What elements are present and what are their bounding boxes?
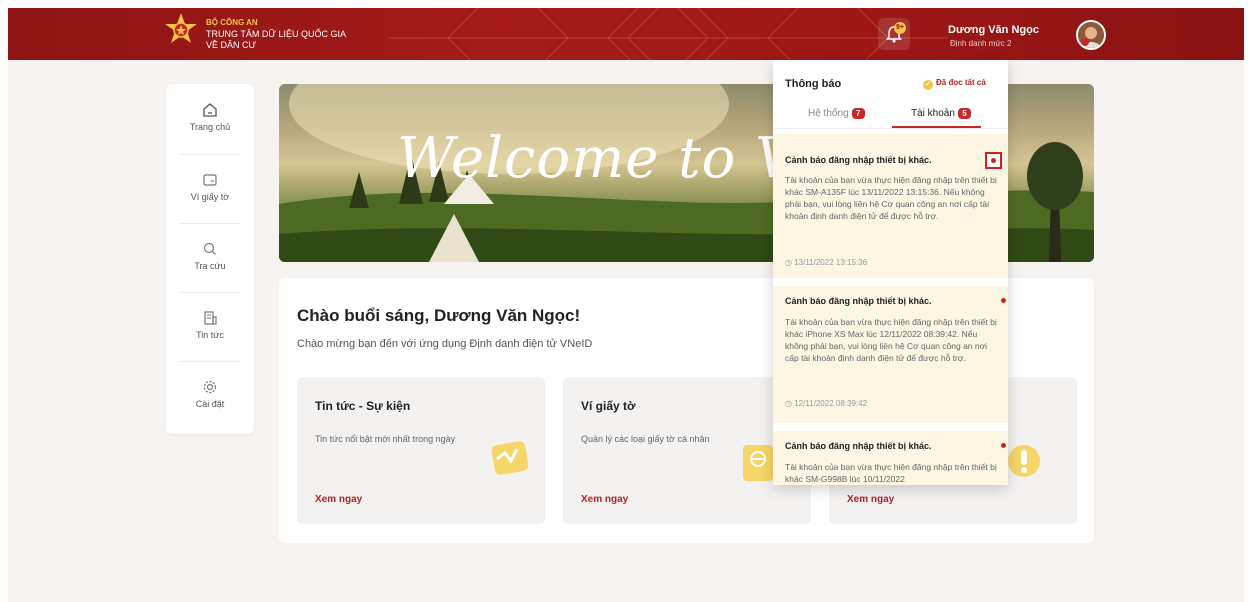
unread-dot [1001, 298, 1006, 303]
news-illustration-icon [491, 441, 529, 475]
notification-panel: Thông báo ✓ Đã đọc tất cả Hệ thống 7 Tài k… [773, 60, 1008, 485]
mark-all-read-button[interactable]: ✓ Đã đọc tất cả [923, 78, 986, 90]
notification-time-text: 13/11/2022 13:15:36 [794, 258, 868, 267]
notification-time: ◷ 12/11/2022 08:39:42 [785, 399, 868, 408]
tile-view-link[interactable]: Xem ngay [315, 494, 362, 505]
sidebar-item-news[interactable]: Tin tức [166, 292, 254, 360]
sidebar-item-home[interactable]: Trang chủ [166, 84, 254, 152]
sidebar-item-label: Tin tức [196, 330, 224, 340]
notification-item[interactable]: Cảnh báo đăng nhập thiết bị khác. Tài kh… [773, 423, 1008, 485]
unread-indicator-highlighted[interactable] [985, 152, 1002, 169]
user-level: Định danh mức 2 [950, 39, 1012, 48]
tile-description: Tin tức nổi bật mới nhất trong ngày [315, 434, 456, 444]
notification-item[interactable]: Cảnh báo đăng nhập thiết bị khác. Tài kh… [773, 134, 1008, 278]
brand-line-2: TRUNG TÂM DỮ LIỆU QUỐC GIA [206, 29, 347, 39]
header-decoration [388, 8, 948, 60]
police-emblem-logo[interactable] [164, 12, 198, 50]
notification-title: Cảnh báo đăng nhập thiết bị khác. [785, 441, 932, 451]
home-icon [203, 103, 217, 117]
window-frame-right [1244, 0, 1252, 602]
tile-news-events[interactable]: Tin tức - Sự kiện Tin tức nổi bật mới nh… [297, 377, 545, 524]
notification-title: Cảnh báo đăng nhập thiết bị khác. [785, 155, 932, 165]
tile-description: Quản lý các loại giấy tờ cá nhân [581, 434, 710, 444]
top-header: BỘ CÔNG AN TRUNG TÂM DỮ LIỆU QUỐC GIA VỀ… [8, 8, 1244, 60]
tab-count-badge: 7 [851, 108, 865, 119]
greeting-heading: Chào buổi sáng, Dương Văn Ngọc! [297, 306, 581, 325]
sidebar-item-wallet[interactable]: Ví giấy tờ [166, 154, 254, 222]
sidebar-item-label: Tra cứu [194, 261, 226, 271]
notification-time: ◷ 13/11/2022 13:15:36 [785, 258, 868, 267]
sidebar-item-settings[interactable]: Cài đặt [166, 361, 254, 429]
tab-account[interactable]: Tài khoản 5 [911, 108, 971, 119]
brand-text: BỘ CÔNG AN TRUNG TÂM DỮ LIỆU QUỐC GIA VỀ… [206, 18, 346, 50]
sidebar-item-label: Ví giấy tờ [190, 192, 230, 202]
banner-welcome-text: Welcome to V [397, 126, 797, 191]
tab-label: Hệ thống [808, 108, 849, 119]
tile-title: Ví giấy tờ [581, 399, 636, 413]
notification-body: Tài khoản của bạn vừa thực hiện đăng nhậ… [785, 175, 997, 221]
brand-line-3: VỀ DÂN CƯ [206, 40, 257, 50]
sidebar: Trang chủ Ví giấy tờ Tra cứu Tin tức Cài… [166, 84, 254, 434]
unread-dot [991, 158, 996, 163]
news-icon [204, 311, 217, 325]
notification-body: Tài khoản của bạn vừa thực hiện đăng nhậ… [785, 317, 997, 363]
window-frame-top [0, 0, 1252, 8]
notification-title: Cảnh báo đăng nhập thiết bị khác. [785, 296, 932, 306]
notification-time-text: 12/11/2022 08:39:42 [794, 399, 868, 408]
notification-panel-title: Thông báo [785, 78, 842, 90]
bell-badge: 9+ [894, 22, 906, 34]
tab-label: Tài khoản [911, 108, 955, 119]
gear-icon [203, 380, 217, 394]
window-frame-left [0, 0, 8, 602]
sidebar-item-label: Cài đặt [195, 399, 225, 409]
tile-view-link[interactable]: Xem ngay [581, 494, 628, 505]
notification-body: Tài khoản của bạn vừa thực hiện đăng nhậ… [785, 462, 997, 484]
tab-count-badge: 5 [957, 108, 971, 119]
search-icon [203, 242, 216, 255]
brand-line-1: BỘ CÔNG AN [206, 18, 258, 27]
sidebar-item-search[interactable]: Tra cứu [166, 223, 254, 291]
tab-divider [773, 128, 1008, 129]
user-avatar[interactable] [1076, 20, 1106, 50]
tab-system[interactable]: Hệ thống 7 [808, 108, 865, 119]
alert-illustration-icon [1008, 445, 1040, 477]
unread-dot [1001, 443, 1006, 448]
check-icon: ✓ [923, 80, 933, 90]
notification-item[interactable]: Cảnh báo đăng nhập thiết bị khác. Tài kh… [773, 278, 1008, 423]
greeting-subtitle: Chào mừng bạn đến với ứng dụng Định danh… [297, 338, 593, 350]
user-name[interactable]: Dương Văn Ngọc [948, 24, 1039, 36]
tile-title: Tin tức - Sự kiện [315, 399, 411, 413]
mark-all-read-label: Đã đọc tất cả [936, 78, 986, 87]
wallet-icon [203, 174, 217, 186]
tile-view-link[interactable]: Xem ngay [847, 494, 894, 505]
notification-bell-button[interactable]: 9+ [878, 18, 910, 50]
sidebar-item-label: Trang chủ [189, 122, 231, 132]
